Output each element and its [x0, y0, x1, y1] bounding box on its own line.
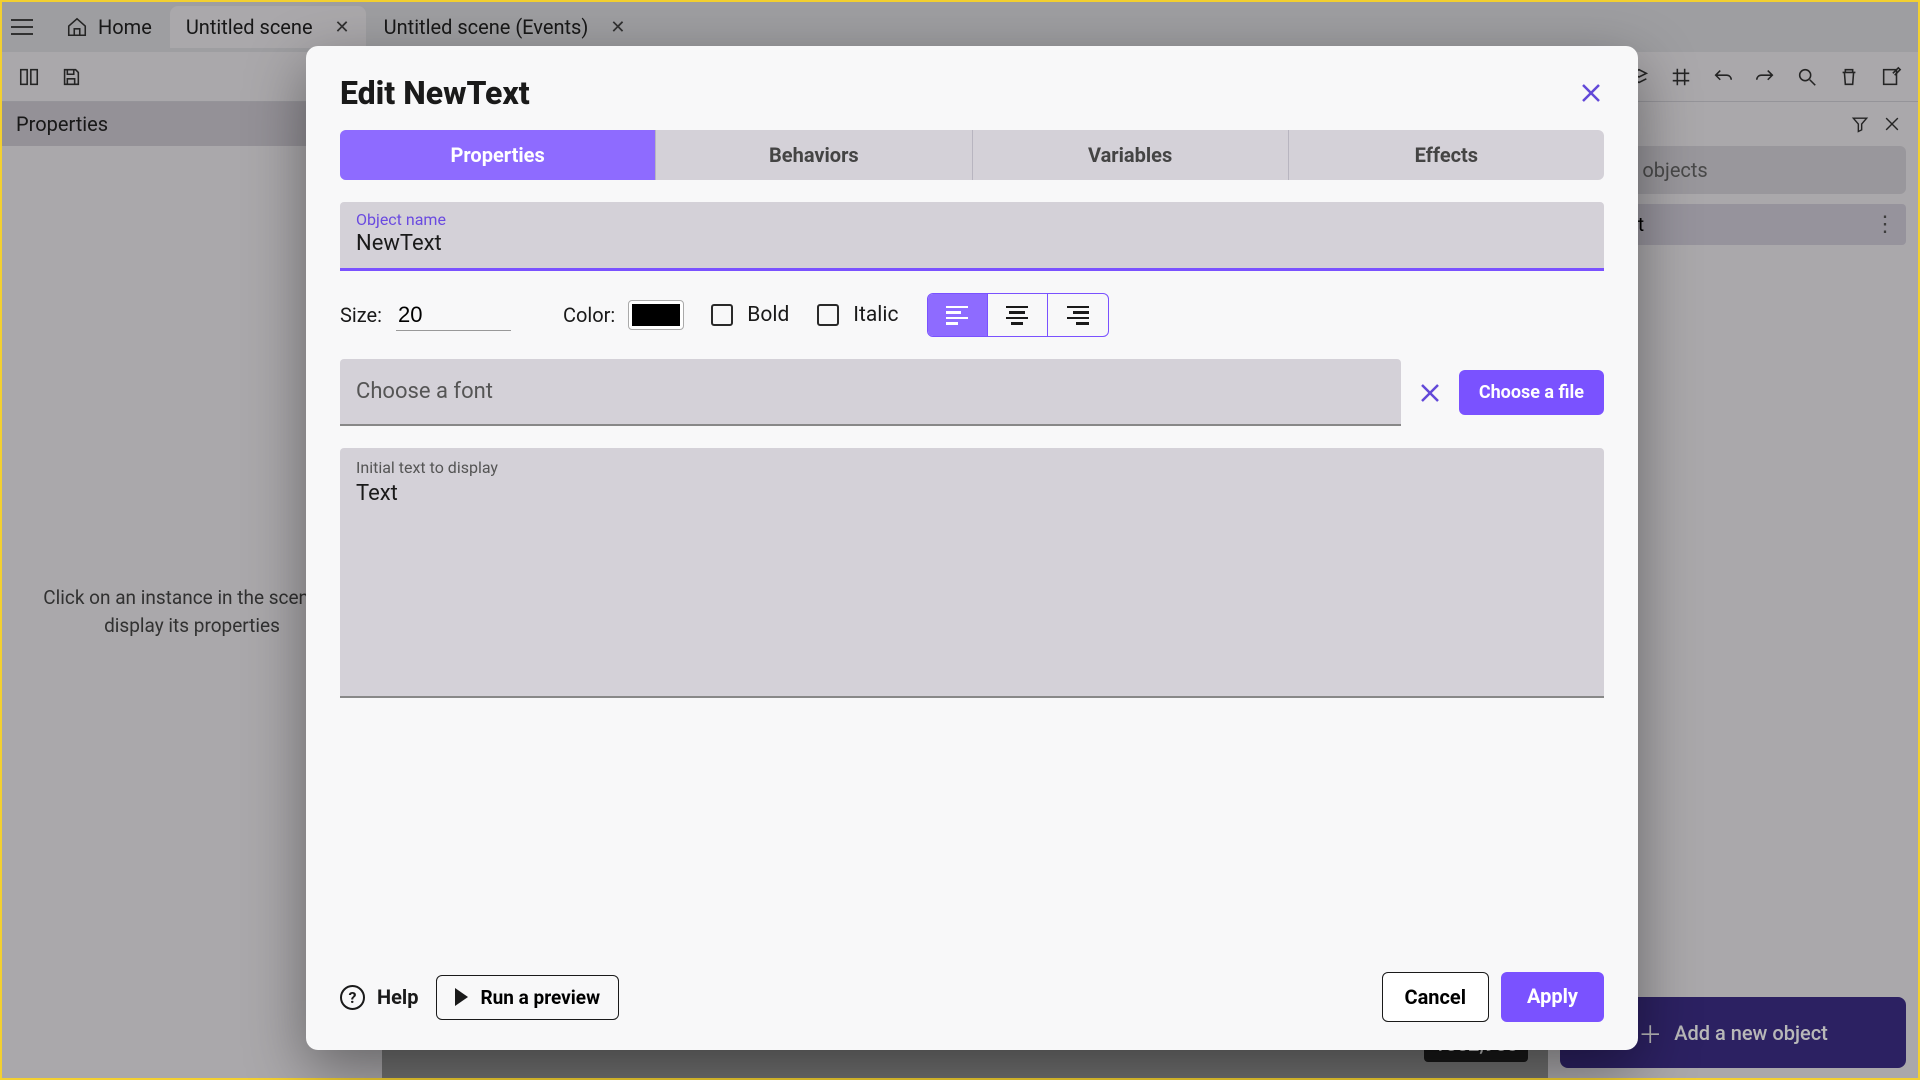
initial-text-label: Initial text to display: [356, 458, 1588, 477]
edit-text-dialog: Edit NewText Properties Behaviors Variab…: [306, 46, 1638, 1050]
align-left-icon: [946, 306, 968, 325]
dialog-title: Edit NewText: [340, 74, 530, 112]
color-label: Color:: [563, 303, 615, 327]
italic-checkbox[interactable]: [817, 304, 839, 326]
size-input[interactable]: [396, 300, 511, 331]
dialog-footer: ? Help Run a preview Cancel Apply: [340, 972, 1604, 1022]
align-right-button[interactable]: [1048, 294, 1108, 336]
align-left-button[interactable]: [928, 294, 988, 336]
align-center-icon: [1006, 306, 1028, 325]
align-center-button[interactable]: [988, 294, 1048, 336]
help-icon: ?: [340, 985, 365, 1010]
clear-font-button[interactable]: [1415, 378, 1445, 408]
bold-label: Bold: [747, 303, 789, 327]
choose-file-button[interactable]: Choose a file: [1459, 370, 1604, 415]
object-name-field[interactable]: Object name NewText: [340, 202, 1604, 271]
align-right-icon: [1067, 306, 1089, 325]
tab-properties[interactable]: Properties: [340, 130, 656, 180]
apply-button[interactable]: Apply: [1501, 972, 1604, 1022]
run-preview-label: Run a preview: [480, 986, 600, 1009]
bold-checkbox[interactable]: [711, 304, 733, 326]
initial-text-field[interactable]: Initial text to display Text: [340, 448, 1604, 698]
play-icon: [455, 988, 468, 1006]
help-button[interactable]: ? Help: [340, 985, 418, 1010]
close-icon: [1579, 81, 1603, 105]
font-select[interactable]: Choose a font: [340, 359, 1401, 426]
object-name-label: Object name: [356, 210, 1588, 229]
text-style-row: Size: Color: Bold Italic: [340, 293, 1604, 337]
tab-effects[interactable]: Effects: [1289, 130, 1604, 180]
font-row: Choose a font Choose a file: [340, 359, 1604, 426]
dialog-close-button[interactable]: [1578, 80, 1604, 106]
run-preview-button[interactable]: Run a preview: [436, 975, 619, 1020]
size-label: Size:: [340, 303, 382, 327]
dialog-tab-strip: Properties Behaviors Variables Effects: [340, 130, 1604, 180]
help-label: Help: [377, 985, 418, 1009]
tab-variables[interactable]: Variables: [973, 130, 1289, 180]
close-icon: [1418, 381, 1442, 405]
tab-behaviors[interactable]: Behaviors: [656, 130, 972, 180]
cancel-button[interactable]: Cancel: [1382, 972, 1490, 1022]
initial-text-value: Text: [356, 481, 1588, 506]
object-name-value: NewText: [356, 231, 1588, 256]
italic-label: Italic: [853, 303, 898, 327]
text-align-group: [927, 293, 1109, 337]
color-swatch[interactable]: [629, 301, 683, 329]
